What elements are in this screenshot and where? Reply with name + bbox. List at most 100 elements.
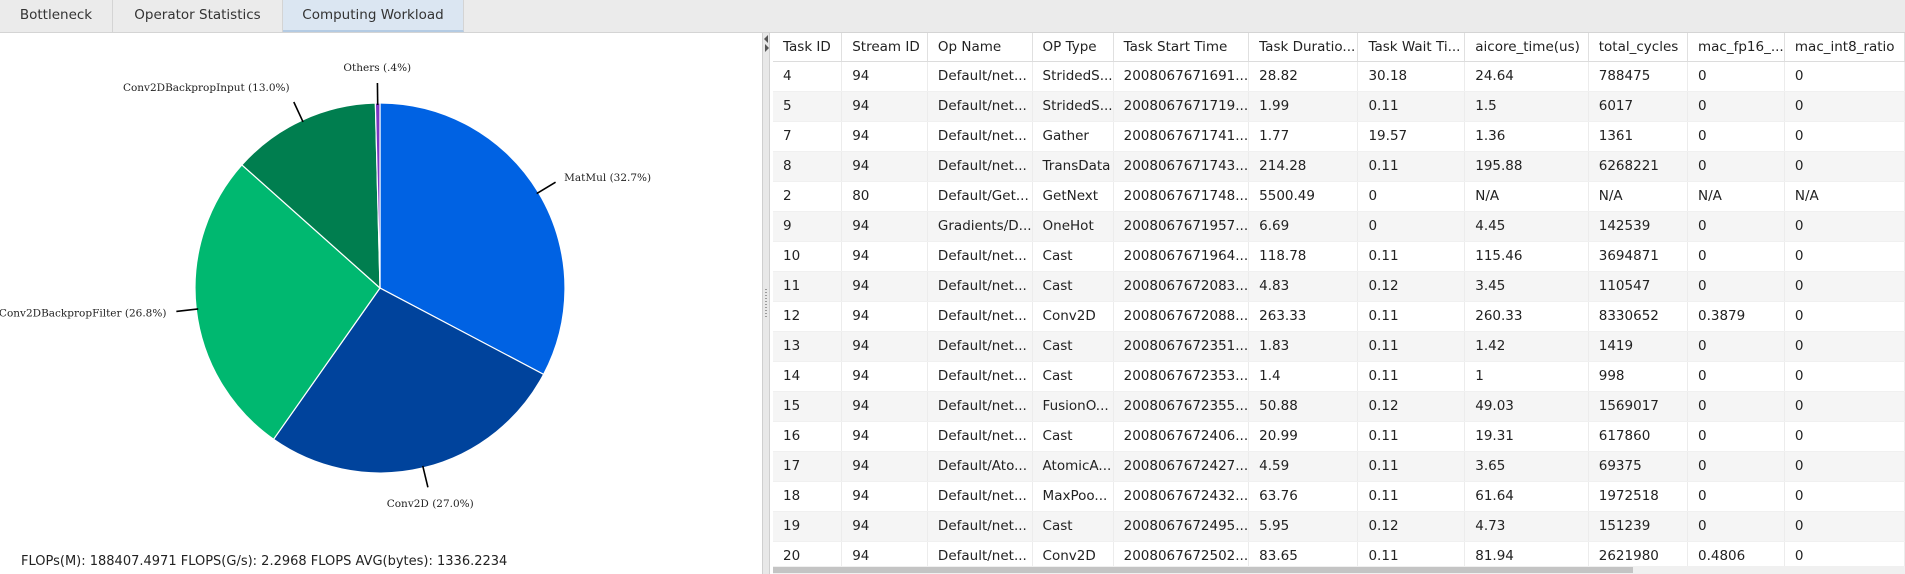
- table-cell: Cast: [1032, 421, 1114, 452]
- table-cell: 2008067672351...: [1113, 331, 1250, 362]
- table-cell: 0: [1687, 361, 1785, 392]
- table-cell: 142539: [1588, 211, 1688, 242]
- table-cell: Default/net...: [927, 271, 1033, 302]
- table-cell: 4: [773, 61, 843, 92]
- table-cell: 0.11: [1357, 361, 1466, 392]
- table-cell: 115.46: [1464, 241, 1589, 272]
- table-cell: 49.03: [1464, 391, 1589, 422]
- table-cell: 15: [773, 391, 843, 422]
- table-cell: 20.99: [1248, 421, 1359, 452]
- table-cell: 5: [773, 91, 843, 122]
- table-row[interactable]: 16 94 Default/net... Cast 2008067672406... 20…: [773, 421, 1905, 452]
- table-cell: 80: [841, 181, 928, 212]
- tab-operator-statistics[interactable]: Operator Statistics: [113, 0, 283, 32]
- table-cell: 0.12: [1357, 391, 1466, 422]
- table-cell: 94: [841, 211, 928, 242]
- table-row[interactable]: 2 80 Default/Get... GetNext 2008067671748...…: [773, 181, 1905, 212]
- table-cell: 1.83: [1248, 331, 1359, 362]
- table-row[interactable]: 17 94 Default/Ato... AtomicA... 200806767242…: [773, 451, 1905, 482]
- table-cell: 18: [773, 481, 843, 512]
- table-cell: 1.36: [1464, 121, 1589, 152]
- table-cell: 0: [1784, 91, 1905, 122]
- column-header[interactable]: Task Start Time: [1113, 33, 1250, 62]
- scrollbar-thumb[interactable]: [773, 567, 1633, 573]
- table-cell: 1.5: [1464, 91, 1589, 122]
- table-cell: 151239: [1588, 511, 1688, 542]
- table-row[interactable]: 8 94 Default/net... TransData 2008067671743.…: [773, 151, 1905, 182]
- table-cell: N/A: [1588, 181, 1688, 212]
- column-header[interactable]: mac_int8_ratio: [1784, 33, 1905, 62]
- table-cell: 0: [1784, 421, 1905, 452]
- column-header[interactable]: Task Wait Ti...: [1357, 33, 1466, 62]
- table-cell: 1972518: [1588, 481, 1688, 512]
- table-row[interactable]: 10 94 Default/net... Cast 2008067671964... 11…: [773, 241, 1905, 272]
- table-cell: 63.76: [1248, 481, 1359, 512]
- column-header[interactable]: Op Name: [927, 33, 1033, 62]
- column-header[interactable]: OP Type: [1032, 33, 1114, 62]
- collapse-right-arrow-icon[interactable]: [765, 44, 769, 52]
- table-cell: Default/net...: [927, 61, 1033, 92]
- table-cell: 19.57: [1357, 121, 1466, 152]
- tab-bottleneck[interactable]: Bottleneck: [0, 0, 113, 32]
- table-cell: 13: [773, 331, 843, 362]
- table-cell: Default/net...: [927, 391, 1033, 422]
- table-cell: 0.11: [1357, 451, 1466, 482]
- flops-summary: FLOPs(M): 188407.4971 FLOPS(G/s): 2.2968…: [21, 554, 508, 569]
- table-row[interactable]: 14 94 Default/net... Cast 2008067672353... 1.…: [773, 361, 1905, 392]
- table-cell: 61.64: [1464, 481, 1589, 512]
- table-cell: 7: [773, 121, 843, 152]
- column-header[interactable]: Stream ID: [841, 33, 928, 62]
- table-cell: 2008067671748...: [1113, 181, 1250, 212]
- table-cell: 0: [1687, 211, 1785, 242]
- table-row[interactable]: 12 94 Default/net... Conv2D 2008067672088...…: [773, 301, 1905, 332]
- table-cell: 0.12: [1357, 271, 1466, 302]
- column-header[interactable]: aicore_time(us): [1464, 33, 1589, 62]
- table-cell: 94: [841, 451, 928, 482]
- column-header[interactable]: Task Duratio...: [1248, 33, 1359, 62]
- table-cell: Default/net...: [927, 121, 1033, 152]
- table-cell: N/A: [1687, 181, 1785, 212]
- table-cell: Cast: [1032, 361, 1114, 392]
- table-cell: 0.11: [1357, 421, 1466, 452]
- table-cell: 14: [773, 361, 843, 392]
- panel-splitter[interactable]: [762, 33, 770, 574]
- table-row[interactable]: 9 94 Gradients/D... OneHot 2008067671957... 6…: [773, 211, 1905, 242]
- tab-computing-workload[interactable]: Computing Workload: [283, 0, 464, 32]
- table-cell: 0: [1784, 241, 1905, 272]
- table-row[interactable]: 4 94 Default/net... StridedS... 200806767169…: [773, 61, 1905, 92]
- table-cell: 5500.49: [1248, 181, 1359, 212]
- table-row[interactable]: 13 94 Default/net... Cast 2008067672351... 1.…: [773, 331, 1905, 362]
- pie-label: Conv2DBackpropFilter (26.8%): [0, 308, 166, 320]
- table-cell: 2008067672088...: [1113, 301, 1250, 332]
- table-cell: 998: [1588, 361, 1688, 392]
- table-cell: 0: [1784, 271, 1905, 302]
- table-row[interactable]: 7 94 Default/net... Gather 2008067671741... 1…: [773, 121, 1905, 152]
- pie-leader-line: [176, 308, 199, 313]
- table-row[interactable]: 18 94 Default/net... MaxPoo... 2008067672432…: [773, 481, 1905, 512]
- column-header[interactable]: mac_fp16_...: [1687, 33, 1785, 62]
- table-cell: Default/net...: [927, 511, 1033, 542]
- table-cell: 1.99: [1248, 91, 1359, 122]
- column-header[interactable]: total_cycles: [1588, 33, 1688, 62]
- table-cell: 0: [1687, 331, 1785, 362]
- table-cell: 195.88: [1464, 151, 1589, 182]
- table-cell: 0: [1784, 481, 1905, 512]
- table-cell: 50.88: [1248, 391, 1359, 422]
- table-row[interactable]: 15 94 Default/net... FusionO... 200806767235…: [773, 391, 1905, 422]
- table-cell: 5.95: [1248, 511, 1359, 542]
- table-cell: 8330652: [1588, 301, 1688, 332]
- table-cell: 2008067672495...: [1113, 511, 1250, 542]
- column-header[interactable]: Task ID: [773, 33, 843, 62]
- table-cell: 2008067671957...: [1113, 211, 1250, 242]
- collapse-left-arrow-icon[interactable]: [764, 35, 768, 43]
- table-row[interactable]: 19 94 Default/net... Cast 2008067672495... 5.…: [773, 511, 1905, 542]
- table-cell: Default/Get...: [927, 181, 1033, 212]
- table-cell: 0.11: [1357, 241, 1466, 272]
- table-cell: MaxPoo...: [1032, 481, 1114, 512]
- table-row[interactable]: 5 94 Default/net... StridedS... 200806767171…: [773, 91, 1905, 122]
- table-row[interactable]: 11 94 Default/net... Cast 2008067672083... 4.…: [773, 271, 1905, 302]
- table-cell: 2008067671691...: [1113, 61, 1250, 92]
- table-cell: 94: [841, 91, 928, 122]
- task-table-panel: Task ID Stream ID Op Name OP Type Task Start…: [773, 33, 1905, 574]
- horizontal-scrollbar[interactable]: [773, 566, 1905, 574]
